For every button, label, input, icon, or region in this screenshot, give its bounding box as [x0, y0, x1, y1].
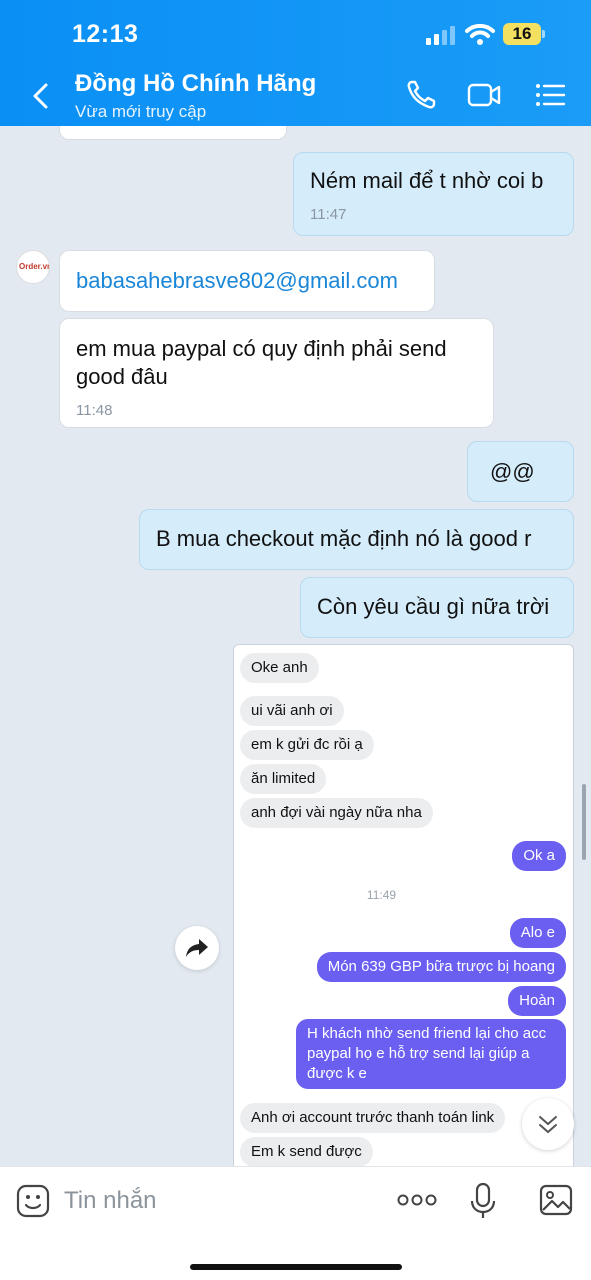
message-input[interactable]	[64, 1183, 374, 1219]
message-bubble-outgoing[interactable]: Ném mail để t nhờ coi b 11:47	[293, 152, 574, 236]
phone-icon[interactable]	[404, 78, 440, 112]
image-message[interactable]: Oke anh ui vãi anh ơi em k gửi đc rồi ạ …	[233, 644, 574, 1166]
sticker-icon[interactable]	[15, 1183, 51, 1219]
message-bubble-outgoing[interactable]: @@	[467, 441, 574, 502]
share-button[interactable]	[175, 926, 219, 970]
wifi-icon	[465, 23, 495, 45]
microphone-icon[interactable]	[469, 1181, 497, 1221]
message-input-bar	[0, 1166, 591, 1280]
message-bubble-incoming[interactable]: em mua paypal có quy định phải send good…	[59, 318, 494, 428]
image-chat-incoming: Oke anh	[240, 653, 319, 683]
image-chat-outgoing: Món 639 GBP bữa trược bị hoang	[316, 952, 566, 982]
signal-icon	[426, 26, 455, 45]
image-chat-incoming: Em k send được	[240, 1137, 373, 1166]
scroll-down-button[interactable]	[522, 1098, 574, 1150]
video-call-icon[interactable]	[466, 78, 502, 112]
message-text: B mua checkout mặc định nó là good r	[156, 526, 532, 551]
battery-tip	[542, 30, 545, 38]
message-time: 11:48	[76, 402, 113, 419]
message-text: em mua paypal có quy định phải send good…	[76, 336, 447, 389]
image-chat-incoming: em k gửi đc rồi ạ	[240, 730, 374, 760]
image-chat-outgoing: Ok a	[512, 841, 566, 871]
image-chat-outgoing: Hoàn	[508, 986, 566, 1016]
chat-header: 12:13 16 Đồng Hồ Chính Hãng Vừa mới truy…	[0, 0, 591, 126]
chat-status: Vừa mới truy cập	[75, 102, 207, 121]
battery-level: 16	[503, 23, 541, 45]
image-chat-incoming: anh đợi vài ngày nữa nha	[240, 798, 433, 828]
image-chat-time: 11:49	[366, 888, 397, 902]
image-chat-outgoing: H khách nhờ send friend lại cho acc payp…	[296, 1019, 566, 1089]
message-text: Còn yêu cầu gì nữa trời	[317, 594, 550, 619]
scrollbar[interactable]	[582, 784, 586, 860]
avatar-label: Order.vn	[19, 262, 50, 271]
message-bubble-outgoing[interactable]: B mua checkout mặc định nó là good r	[139, 509, 574, 570]
image-chat-incoming: Anh ơi account trước thanh toán link	[240, 1103, 506, 1133]
image-chat-outgoing: Alo e	[509, 918, 566, 948]
chat-title[interactable]: Đồng Hồ Chính Hãng	[75, 70, 316, 98]
avatar[interactable]: Order.vn	[16, 250, 50, 284]
scroll-down-icon	[539, 1116, 557, 1134]
status-time: 12:13	[72, 20, 139, 48]
image-chat-incoming: ui vãi anh ơi	[240, 696, 344, 726]
image-chat-incoming: ăn limited	[240, 764, 327, 794]
image-icon[interactable]	[538, 1183, 574, 1217]
share-icon	[186, 939, 208, 957]
message-bubble-partial	[59, 126, 287, 140]
message-bubble-incoming[interactable]: babasahebrasve802@gmail.com	[59, 250, 435, 312]
menu-icon[interactable]	[532, 78, 568, 112]
message-text: Ném mail để t nhờ coi b	[310, 168, 544, 193]
message-text: @@	[490, 459, 535, 484]
more-icon[interactable]	[397, 1190, 437, 1210]
message-list[interactable]: Ném mail để t nhờ coi b 11:47 Order.vn b…	[0, 126, 591, 1166]
back-icon[interactable]	[26, 80, 56, 112]
email-link[interactable]: babasahebrasve802@gmail.com	[76, 268, 398, 293]
message-time: 11:47	[310, 206, 347, 223]
message-bubble-outgoing[interactable]: Còn yêu cầu gì nữa trời	[300, 577, 574, 638]
home-indicator	[190, 1264, 402, 1270]
